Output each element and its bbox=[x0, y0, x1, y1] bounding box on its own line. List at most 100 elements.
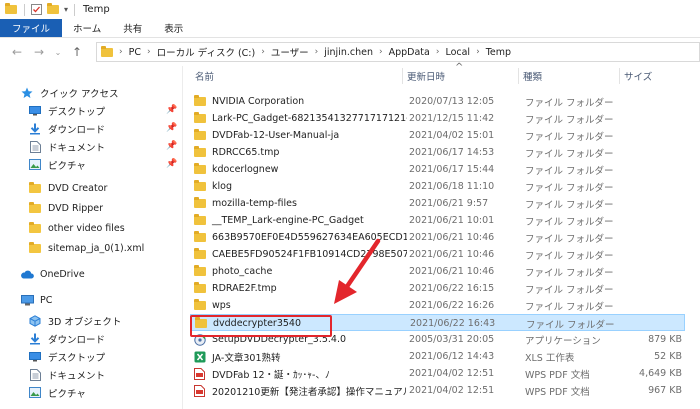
nav-label: デスクトップ bbox=[48, 352, 106, 364]
column-divider[interactable] bbox=[619, 68, 620, 84]
nav-item-desktop[interactable]: デスクトップ bbox=[28, 102, 105, 119]
breadcrumb-user[interactable]: jinjin.chen bbox=[324, 47, 373, 58]
nav-item-pc-desktop[interactable]: デスクトップ bbox=[28, 348, 105, 365]
new-folder-icon[interactable] bbox=[46, 3, 60, 14]
nav-label: PC bbox=[40, 295, 53, 306]
column-header-name[interactable]: 名前 bbox=[195, 66, 403, 86]
file-name-cell[interactable]: RDRCC65.tmp bbox=[193, 144, 407, 161]
column-divider[interactable] bbox=[402, 68, 403, 84]
file-name-cell[interactable]: DVDFab-12-User-Manual-ja bbox=[193, 127, 407, 144]
file-row[interactable]: CAEBE5FD90524F1FB10914CD2798E507 2021/06/… bbox=[190, 246, 685, 263]
column-header-date[interactable]: 更新日時 bbox=[407, 66, 517, 86]
file-name-cell[interactable]: JA-文章301熟转 bbox=[193, 348, 407, 365]
navigation-bar: ← → ⌄ ↑ › PC › ローカル ディスク (C:) › ユーザー › j… bbox=[0, 38, 700, 66]
breadcrumb-temp[interactable]: Temp bbox=[486, 47, 511, 58]
back-arrow-icon[interactable]: ← bbox=[6, 45, 28, 59]
file-row[interactable]: photo_cache 2021/06/21 10:46 ファイル フォルダー bbox=[190, 263, 685, 280]
nav-item-sitemap[interactable]: sitemap_ja_0(1).xml bbox=[28, 240, 144, 257]
nav-pc[interactable]: PC bbox=[20, 292, 52, 309]
pin-icon[interactable]: 📌 bbox=[166, 141, 177, 151]
file-name-cell[interactable]: klog bbox=[193, 178, 407, 195]
breadcrumb-pc[interactable]: PC bbox=[129, 47, 141, 58]
picture-icon bbox=[28, 159, 42, 171]
file-row[interactable]: 20201210更新【発注者承認】操作マニュアル 2021/04/02 12:51… bbox=[190, 382, 685, 399]
file-row[interactable]: mozilla-temp-files 2021/06/21 9:57 ファイル フォ… bbox=[190, 195, 685, 212]
tab-share[interactable]: 共有 bbox=[112, 19, 153, 37]
file-row[interactable]: __TEMP_Lark-engine-PC_Gadget 2021/06/21 1… bbox=[190, 212, 685, 229]
breadcrumb-local-disk[interactable]: ローカル ディスク (C:) bbox=[157, 45, 256, 59]
nav-onedrive[interactable]: OneDrive bbox=[20, 266, 85, 283]
tab-file[interactable]: ファイル bbox=[0, 19, 63, 37]
nav-item-pc-documents[interactable]: ドキュメント bbox=[28, 366, 105, 383]
file-row[interactable]: kdocerlognew 2021/06/17 15:44 ファイル フォルダー bbox=[190, 161, 685, 178]
properties-icon[interactable] bbox=[31, 4, 42, 15]
file-name-cell[interactable]: NVIDIA Corporation bbox=[193, 93, 407, 110]
up-arrow-icon[interactable]: ↑ bbox=[66, 45, 88, 59]
forward-arrow-icon[interactable]: → bbox=[28, 45, 50, 59]
breadcrumb-users[interactable]: ユーザー bbox=[271, 45, 309, 59]
file-type: XLS 工作表 bbox=[525, 352, 575, 364]
file-name: DVDFab 12・誕・ｶｯ･ｬ-、ﾉ bbox=[212, 369, 330, 381]
file-row[interactable]: 663B9570EF0E4D559627634EA605ECD1 2021/06/… bbox=[190, 229, 685, 246]
file-name-cell[interactable]: mozilla-temp-files bbox=[193, 195, 407, 212]
download-icon bbox=[28, 123, 42, 135]
nav-item-pc-pictures[interactable]: ピクチャ bbox=[28, 384, 86, 401]
nav-item-3d-objects[interactable]: 3D オブジェクト bbox=[28, 312, 121, 329]
file-type: ファイル フォルダー bbox=[525, 131, 614, 143]
quick-access-dropdown-icon[interactable]: ▾ bbox=[64, 5, 68, 14]
file-row[interactable]: JA-文章301熟转 2021/06/12 14:43 XLS 工作表 52 KB bbox=[190, 348, 685, 365]
file-name-cell[interactable]: kdocerlognew bbox=[193, 161, 407, 178]
file-row[interactable]: NVIDIA Corporation 2020/07/13 12:05 ファイル フ… bbox=[190, 93, 685, 110]
address-bar[interactable]: › PC › ローカル ディスク (C:) › ユーザー › jinjin.ch… bbox=[96, 42, 700, 62]
column-divider[interactable] bbox=[518, 68, 519, 84]
file-size bbox=[620, 144, 682, 161]
file-row[interactable]: RDRAE2F.tmp 2021/06/22 16:15 ファイル フォルダー bbox=[190, 280, 685, 297]
tab-home[interactable]: ホーム bbox=[62, 19, 112, 37]
folder-icon bbox=[4, 3, 18, 14]
nav-item-downloads[interactable]: ダウンロード bbox=[28, 120, 105, 137]
chevron-right-icon[interactable]: › bbox=[315, 47, 319, 57]
file-name: photo_cache bbox=[212, 266, 273, 277]
folder-icon bbox=[28, 182, 42, 195]
chevron-right-icon[interactable]: › bbox=[147, 47, 151, 57]
tab-view[interactable]: 表示 bbox=[153, 19, 194, 37]
column-header-size[interactable]: サイズ bbox=[624, 66, 684, 86]
file-row[interactable]: DVDFab 12・誕・ｶｯ･ｬ-、ﾉ 2021/04/02 12:51 WPS P… bbox=[190, 365, 685, 382]
pin-icon[interactable]: 📌 bbox=[166, 123, 177, 133]
file-row[interactable]: klog 2021/06/18 11:10 ファイル フォルダー bbox=[190, 178, 685, 195]
chevron-right-icon[interactable]: › bbox=[476, 47, 480, 57]
nav-item-other-video-files[interactable]: other video files bbox=[28, 220, 125, 237]
file-row[interactable]: RDRCC65.tmp 2021/06/17 14:53 ファイル フォルダー bbox=[190, 144, 685, 161]
file-row[interactable]: DVDFab-12-User-Manual-ja 2021/04/02 15:01… bbox=[190, 127, 685, 144]
folder-icon bbox=[193, 163, 206, 175]
title-bar: ▾ Temp bbox=[0, 0, 700, 19]
pin-icon[interactable]: 📌 bbox=[166, 159, 177, 169]
file-size bbox=[620, 110, 682, 127]
file-name-cell[interactable]: __TEMP_Lark-engine-PC_Gadget bbox=[193, 212, 407, 229]
nav-item-dvd-ripper[interactable]: DVD Ripper bbox=[28, 200, 103, 217]
divider bbox=[24, 3, 25, 16]
breadcrumb-local[interactable]: Local bbox=[445, 47, 470, 58]
chevron-right-icon[interactable]: › bbox=[119, 47, 123, 57]
nav-item-dvd-creator[interactable]: DVD Creator bbox=[28, 180, 107, 197]
chevron-right-icon[interactable]: › bbox=[261, 47, 265, 57]
file-row[interactable]: Lark-PC_Gadget-6821354132771717121-cl...… bbox=[190, 110, 685, 127]
folder-icon bbox=[193, 129, 206, 141]
chevron-right-icon[interactable]: › bbox=[379, 47, 383, 57]
breadcrumb-appdata[interactable]: AppData bbox=[389, 47, 430, 58]
nav-item-documents[interactable]: ドキュメント bbox=[28, 138, 105, 155]
file-type: ファイル フォルダー bbox=[525, 216, 614, 228]
file-name-cell[interactable]: 20201210更新【発注者承認】操作マニュアル bbox=[193, 382, 407, 399]
folder-icon bbox=[193, 248, 206, 260]
file-name-cell[interactable]: Lark-PC_Gadget-6821354132771717121-cl... bbox=[193, 110, 407, 127]
pin-icon[interactable]: 📌 bbox=[166, 105, 177, 115]
file-name-cell[interactable]: DVDFab 12・誕・ｶｯ･ｬ-、ﾉ bbox=[193, 365, 407, 382]
nav-quick-access[interactable]: クイック アクセス bbox=[20, 84, 119, 101]
column-header-type[interactable]: 種類 bbox=[523, 66, 618, 86]
file-row[interactable]: wps 2021/06/22 16:26 ファイル フォルダー bbox=[190, 297, 685, 314]
file-name: Lark-PC_Gadget-6821354132771717121-cl... bbox=[212, 113, 407, 124]
recent-locations-chevron-icon[interactable]: ⌄ bbox=[50, 48, 66, 57]
nav-item-pictures[interactable]: ピクチャ bbox=[28, 156, 86, 173]
chevron-right-icon[interactable]: › bbox=[436, 47, 440, 57]
nav-item-pc-downloads[interactable]: ダウンロード bbox=[28, 330, 105, 347]
